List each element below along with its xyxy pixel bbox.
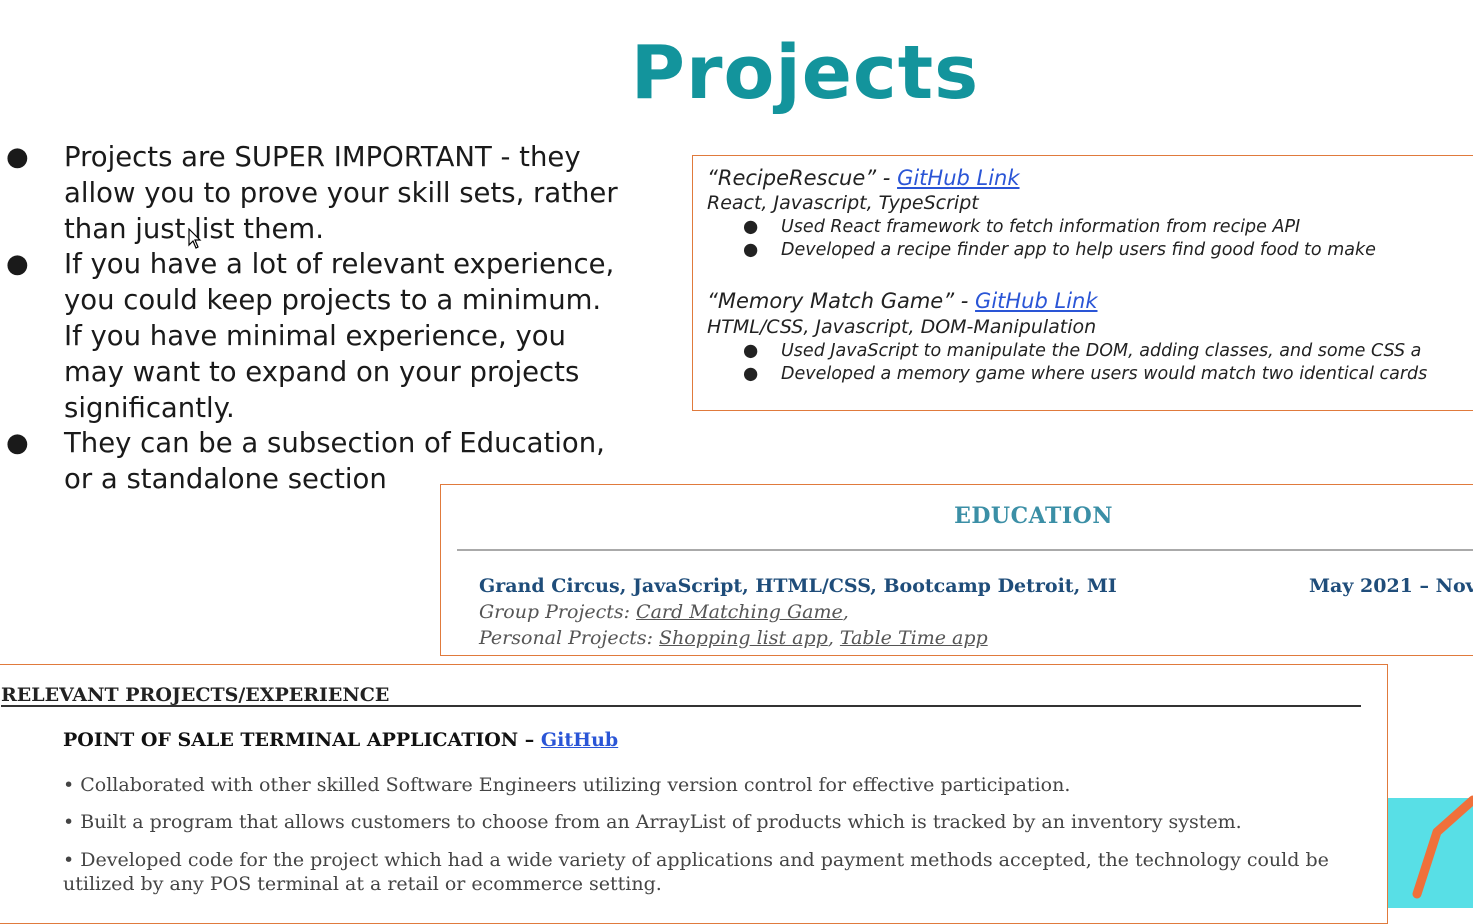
project-title: POINT OF SALE TERMINAL APPLICATION – Git… [63,729,619,751]
card-matching-game-link[interactable]: Card Matching Game [636,601,843,623]
slide-title: Projects [630,30,980,116]
project-name: “Memory Match Game” - GitHub Link [707,289,1098,313]
github-link[interactable]: GitHub Link [975,289,1097,313]
bullet-line: If you have a lot of relevant experience… [64,248,615,281]
bullet-item: ● If you have a lot of relevant experien… [0,247,640,426]
bullet-dot-icon: ● [6,428,29,459]
resume-projects-card: “RecipeRescue” - GitHub Link React, Java… [692,155,1473,411]
bullet-dot-icon: ● [743,364,759,384]
bullet-dot-icon: ● [743,240,759,260]
project-name: “RecipeRescue” - GitHub Link [707,166,1020,190]
experience-point: • Built a program that allows customers … [63,811,1242,833]
project-tech: React, Javascript, TypeScript [707,192,979,214]
group-projects-line: Group Projects: Card Matching Game, [479,601,849,623]
personal-projects-line: Personal Projects: Shopping list app, Ta… [479,627,988,649]
bullet-line: may want to expand on your projects [64,355,580,388]
github-link[interactable]: GitHub [541,729,618,751]
bullet-dot-icon: ● [6,142,29,172]
shopping-list-app-link[interactable]: Shopping list app [659,627,828,649]
bullet-item: ● Projects are SUPER IMPORTANT - they al… [0,140,640,247]
bullet-line: significantly. [64,391,235,424]
experience-point: • Developed code for the project which h… [63,849,1329,895]
bullet-dot-icon: ● [6,249,29,280]
project-point: ● Developed a recipe finder app to help u… [743,240,1376,260]
education-heading: EDUCATION [954,503,1113,529]
experience-point: • Collaborated with other skilled Softwa… [63,774,1071,796]
bullet-line: Projects are SUPER IMPORTANT - they [64,141,581,173]
bullet-line: you could keep projects to a minimum. [64,284,602,317]
project-point: ● Used JavaScript to manipulate the DOM, … [743,341,1422,361]
education-date: May 2021 – Nov [1309,575,1473,597]
decorative-orange-stroke [1412,795,1473,899]
project-point: ● Developed a memory game where users wou… [743,364,1428,384]
project-tech: HTML/CSS, Javascript, DOM-Manipulation [707,316,1097,338]
bullet-dot-icon: ● [743,217,759,237]
bullet-line: or a standalone section [64,463,387,496]
bullet-line: If you have minimal experience, you [64,319,566,352]
github-link[interactable]: GitHub Link [897,166,1019,190]
table-time-app-link[interactable]: Table Time app [840,627,988,649]
resume-education-card: EDUCATION Grand Circus, JavaScript, HTML… [440,484,1473,656]
divider [1,705,1361,707]
project-point: ● Used React framework to fetch informati… [743,217,1301,237]
divider [457,549,1473,551]
resume-experience-card: RELEVANT PROJECTS/EXPERIENCE POINT OF SA… [0,664,1388,924]
mouse-cursor-icon [188,228,202,249]
education-school: Grand Circus, JavaScript, HTML/CSS, Boot… [479,575,1117,597]
bullet-line: They can be a subsection of Education, [64,427,605,460]
bullet-dot-icon: ● [743,341,759,361]
experience-heading: RELEVANT PROJECTS/EXPERIENCE [1,684,390,706]
bullet-line: allow you to prove your skill sets, rath… [64,176,618,209]
bullet-list: ● Projects are SUPER IMPORTANT - they al… [0,140,640,498]
